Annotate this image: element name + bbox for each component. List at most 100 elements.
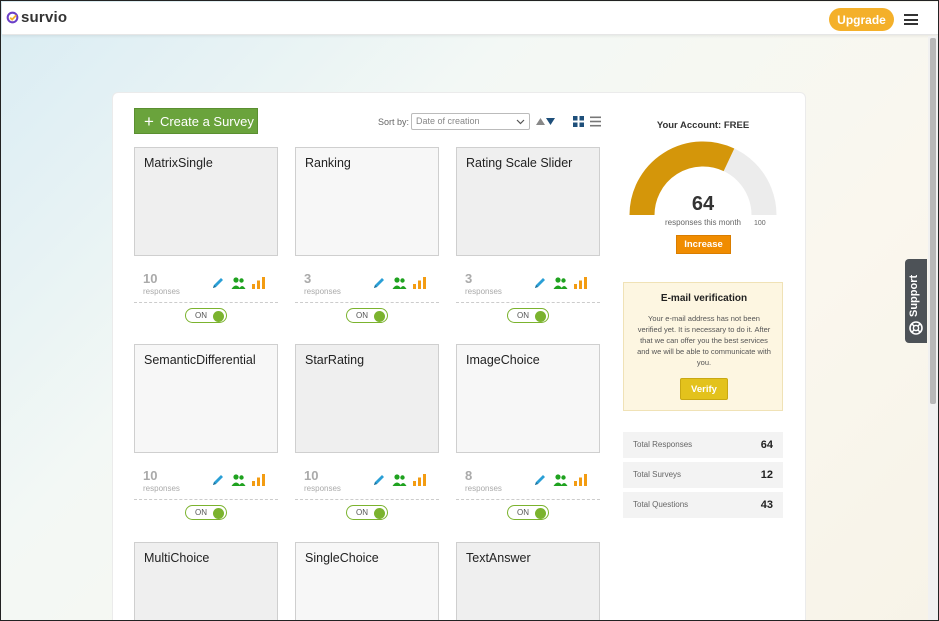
- email-verification-box: E-mail verification Your e-mail address …: [623, 282, 783, 411]
- toggle-state: ON: [356, 508, 368, 517]
- toggle-state: ON: [356, 311, 368, 320]
- verify-button[interactable]: Verify: [680, 378, 728, 400]
- survey-card[interactable]: ImageChoice: [456, 344, 600, 453]
- survey-stats: 3 responses: [295, 269, 439, 303]
- collect-people-icon[interactable]: [392, 473, 407, 487]
- results-chart-icon[interactable]: [252, 473, 265, 487]
- survey-toggle[interactable]: ON: [507, 308, 549, 323]
- survey-stats: 8 responses: [456, 466, 600, 500]
- sort-select-value: Date of creation: [416, 116, 480, 126]
- edit-pencil-icon[interactable]: [372, 473, 386, 487]
- response-label: responses: [465, 484, 502, 493]
- survey-toggle[interactable]: ON: [507, 505, 549, 520]
- total-label: Total Responses: [633, 440, 693, 449]
- total-label: Total Questions: [633, 500, 689, 509]
- plus-icon: +: [144, 111, 154, 131]
- survey-title: Rating Scale Slider: [466, 156, 573, 170]
- survey-card[interactable]: TextAnswer: [456, 542, 600, 620]
- sort-select[interactable]: Date of creation: [411, 113, 530, 130]
- survey-card[interactable]: MatrixSingle: [134, 147, 278, 256]
- verification-title: E-mail verification: [660, 293, 748, 304]
- verification-text: Your e-mail address has not been verifie…: [637, 314, 771, 367]
- increase-button[interactable]: Increase: [676, 235, 731, 254]
- responses-count: 64: [691, 193, 715, 215]
- edit-pencil-icon[interactable]: [211, 473, 225, 487]
- survey-card[interactable]: StarRating: [295, 344, 439, 453]
- response-label: responses: [465, 287, 502, 296]
- sort-direction: [536, 118, 555, 125]
- response-label: responses: [304, 287, 341, 296]
- survey-title: TextAnswer: [466, 551, 531, 565]
- edit-pencil-icon[interactable]: [211, 276, 225, 290]
- support-label: Support: [908, 274, 920, 318]
- survey-toggle[interactable]: ON: [185, 505, 227, 520]
- results-chart-icon[interactable]: [413, 473, 426, 487]
- survey-stats: 10 responses: [134, 466, 278, 500]
- collect-people-icon[interactable]: [553, 276, 568, 290]
- account-plan: FREE: [723, 120, 750, 131]
- lifebuoy-icon: [909, 321, 923, 335]
- support-tab[interactable]: Support: [905, 259, 927, 343]
- hamburger-menu-icon[interactable]: [904, 14, 918, 25]
- list-view-icon[interactable]: [590, 116, 601, 127]
- account-label-text: Your Account:: [656, 120, 722, 131]
- sort-ascending-icon[interactable]: [536, 118, 545, 125]
- edit-pencil-icon[interactable]: [533, 473, 547, 487]
- total-value: 12: [760, 469, 773, 481]
- response-label: responses: [143, 287, 180, 296]
- response-count: 3: [304, 271, 312, 286]
- create-survey-label: Create a Survey: [159, 113, 254, 129]
- survey-card[interactable]: MultiChoice: [134, 542, 278, 620]
- sort-by-label: Sort by:: [378, 117, 410, 127]
- page-scrollbar[interactable]: [928, 36, 938, 620]
- survey-stats: 10 responses: [134, 269, 278, 303]
- survey-title: MatrixSingle: [144, 156, 213, 170]
- toggle-state: ON: [195, 508, 207, 517]
- survey-title: MultiChoice: [144, 551, 210, 565]
- survey-card[interactable]: SingleChoice: [295, 542, 439, 620]
- results-chart-icon[interactable]: [574, 473, 587, 487]
- survey-title: SingleChoice: [305, 551, 379, 565]
- survey-toggle[interactable]: ON: [346, 505, 388, 520]
- create-survey-button[interactable]: + Create a Survey: [134, 108, 258, 134]
- scrollbar-thumb[interactable]: [930, 38, 936, 404]
- response-count: 8: [465, 468, 473, 483]
- survey-toggle[interactable]: ON: [346, 308, 388, 323]
- survey-title: SemanticDifferential: [144, 353, 256, 367]
- results-chart-icon[interactable]: [252, 276, 265, 290]
- top-header: survio Upgrade: [2, 2, 938, 35]
- edit-pencil-icon[interactable]: [372, 276, 386, 290]
- survey-title: StarRating: [305, 353, 365, 367]
- collect-people-icon[interactable]: [392, 276, 407, 290]
- response-count: 10: [143, 468, 158, 483]
- grid-view-icon[interactable]: [573, 116, 584, 127]
- survio-logo-icon: [6, 11, 19, 24]
- response-label: responses: [304, 484, 341, 493]
- response-count: 3: [465, 271, 473, 286]
- results-chart-icon[interactable]: [574, 276, 587, 290]
- toggle-state: ON: [517, 311, 529, 320]
- survey-card[interactable]: Rating Scale Slider: [456, 147, 600, 256]
- survey-stats: 10 responses: [295, 466, 439, 500]
- logo-text: survio: [21, 9, 68, 26]
- survio-logo[interactable]: survio: [6, 9, 67, 26]
- survey-stats: 3 responses: [456, 269, 600, 303]
- survey-card[interactable]: Ranking: [295, 147, 439, 256]
- survey-toggle[interactable]: ON: [185, 308, 227, 323]
- response-count: 10: [143, 271, 158, 286]
- total-value: 64: [760, 439, 773, 451]
- app-frame: survio Upgrade Support + Create a Survey…: [0, 0, 939, 621]
- collect-people-icon[interactable]: [553, 473, 568, 487]
- results-chart-icon[interactable]: [413, 276, 426, 290]
- collect-people-icon[interactable]: [231, 276, 246, 290]
- sort-descending-icon[interactable]: [546, 118, 555, 125]
- upgrade-button[interactable]: Upgrade: [829, 8, 894, 31]
- survey-card[interactable]: SemanticDifferential: [134, 344, 278, 453]
- toggle-state: ON: [517, 508, 529, 517]
- collect-people-icon[interactable]: [231, 473, 246, 487]
- survey-title: ImageChoice: [466, 353, 540, 367]
- total-label: Total Surveys: [633, 470, 682, 479]
- edit-pencil-icon[interactable]: [533, 276, 547, 290]
- total-questions-row: Total Questions 43: [623, 492, 783, 518]
- account-plan-label: Your Account: FREE: [623, 120, 783, 131]
